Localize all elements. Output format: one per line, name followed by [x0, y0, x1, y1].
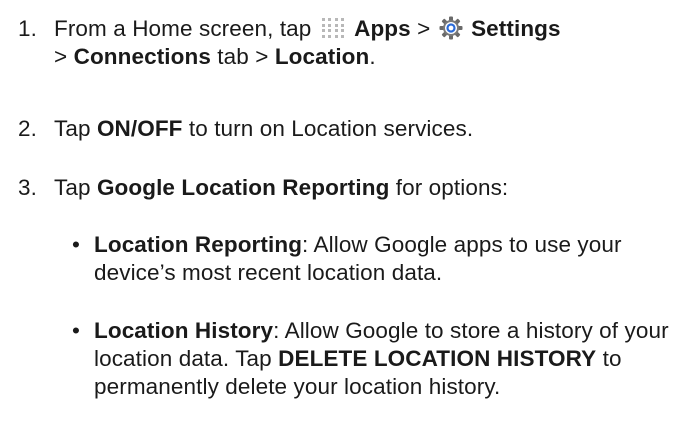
on-off-label: ON/OFF — [96, 116, 183, 141]
instructions-document: 1. From a Home screen, tap Apps > Settin… — [0, 0, 686, 439]
bullet-text: Location History: Allow Google to store … — [94, 317, 672, 401]
step-text-part: Tap — [54, 175, 97, 200]
separator: > — [410, 16, 437, 41]
step-text: Tap Google Location Reporting for option… — [54, 174, 678, 202]
separator: > — [54, 44, 74, 69]
apps-grid-icon — [320, 17, 346, 39]
location-reporting-term: Location Reporting — [94, 232, 303, 257]
step-text-part: for options: — [389, 175, 509, 200]
bullet-dot: • — [72, 232, 80, 257]
step-text: Tap ON/OFF to turn on Location services. — [54, 115, 678, 143]
step-3: 3. Tap Google Location Reporting for opt… — [18, 174, 678, 202]
step-text-part: to turn on Location services. — [182, 116, 474, 141]
google-location-reporting-label: Google Location Reporting — [96, 175, 390, 200]
bullet-location-reporting: • Location Reporting: Allow Google apps … — [72, 231, 672, 287]
step-text-part: tab > — [210, 44, 275, 69]
step-text-part: Tap — [54, 116, 97, 141]
settings-label: Settings — [471, 16, 561, 41]
bullet-dot: • — [72, 318, 80, 343]
delete-location-history-label: DELETE LOCATION HISTORY — [278, 346, 597, 371]
step-2: 2. Tap ON/OFF to turn on Location servic… — [18, 115, 678, 143]
step-text-part: From a Home screen, tap — [54, 16, 318, 41]
connections-label: Connections — [73, 44, 211, 69]
apps-label: Apps — [354, 16, 411, 41]
location-label: Location — [274, 44, 370, 69]
step-number: 1. — [18, 16, 37, 41]
step-number: 2. — [18, 116, 37, 141]
bullet-location-history: • Location History: Allow Google to stor… — [72, 317, 672, 401]
step-1: 1. From a Home screen, tap Apps > Settin… — [18, 15, 678, 71]
step-number: 3. — [18, 175, 37, 200]
location-history-term: Location History — [94, 318, 274, 343]
gear-icon — [439, 16, 463, 40]
step-text: From a Home screen, tap Apps > Settings … — [54, 15, 678, 71]
step-text-part: . — [369, 44, 376, 69]
bullet-text: Location Reporting: Allow Google apps to… — [94, 231, 672, 287]
